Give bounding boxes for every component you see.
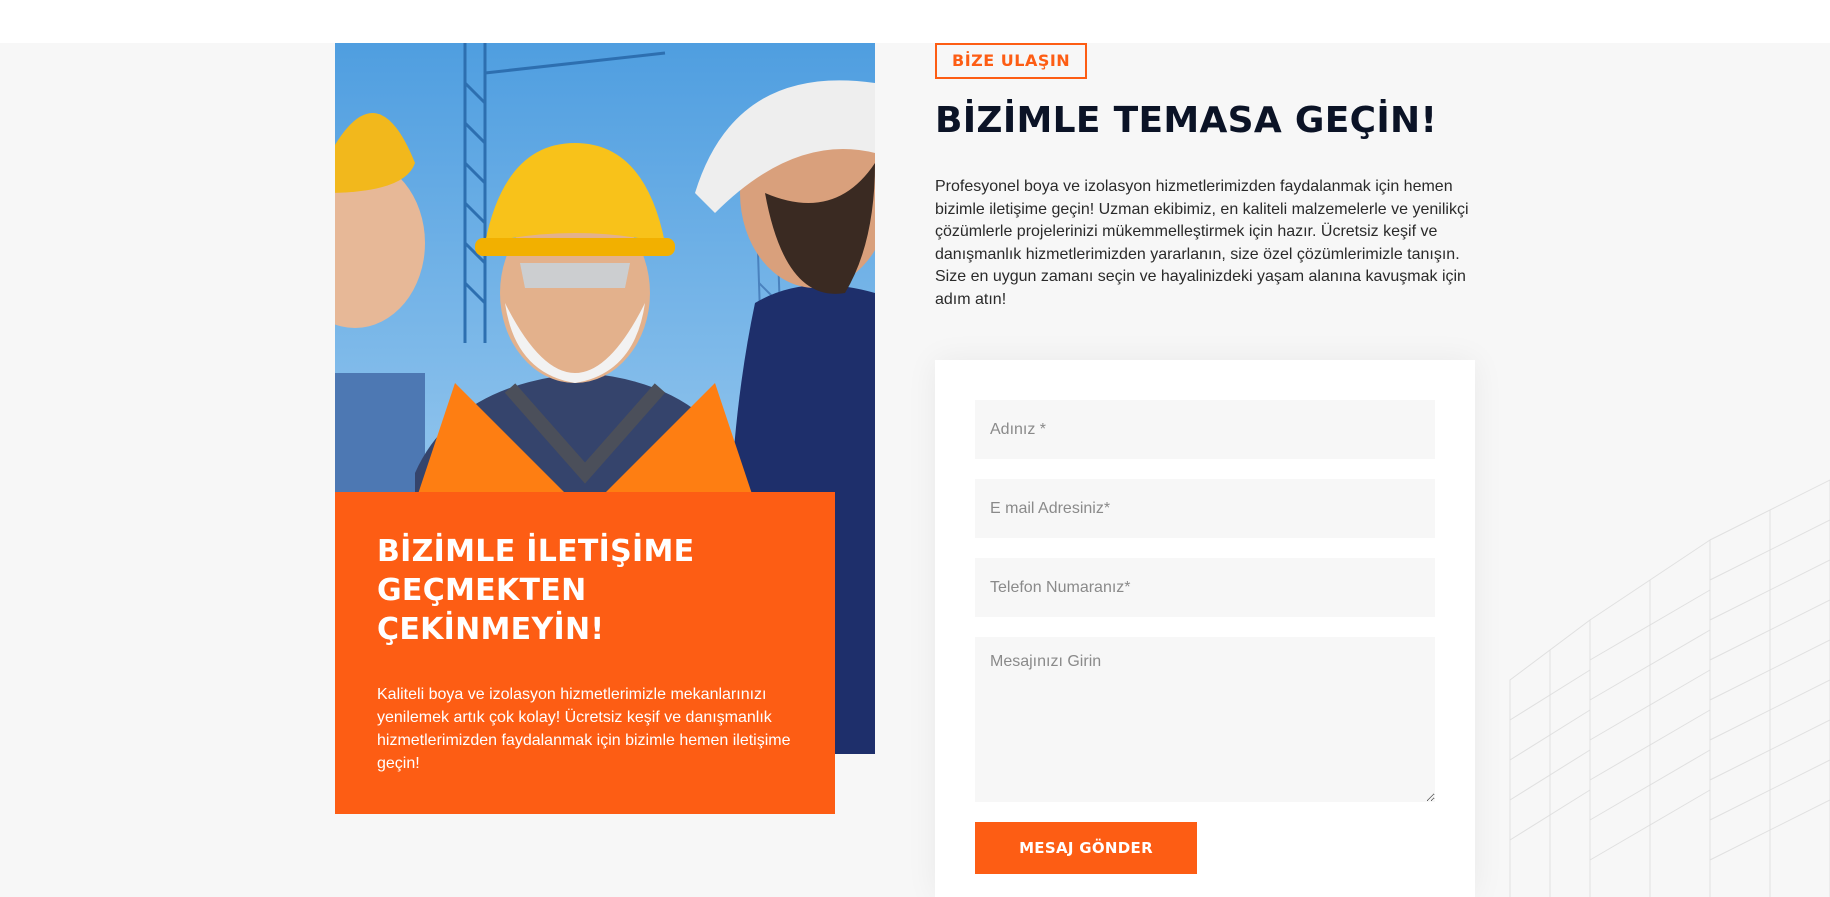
name-input[interactable] <box>975 400 1435 459</box>
phone-input[interactable] <box>975 558 1435 617</box>
building-sketch-decoration <box>1450 420 1830 897</box>
send-message-button[interactable]: MESAJ GÖNDER <box>975 822 1197 874</box>
top-bar <box>0 0 1830 43</box>
page-title: BİZİMLE TEMASA GEÇİN! <box>935 100 1438 141</box>
contact-tag: BİZE ULAŞIN <box>935 43 1088 79</box>
promo-card: BİZİMLE İLETİŞİME GEÇMEKTEN ÇEKİNMEYİN! … <box>335 492 835 814</box>
promo-text: Kaliteli boya ve izolasyon hizmetlerimiz… <box>377 686 791 772</box>
promo-title: BİZİMLE İLETİŞİME GEÇMEKTEN ÇEKİNMEYİN! <box>377 534 695 647</box>
intro-text: Profesyonel boya ve izolasyon hizmetleri… <box>935 178 1469 308</box>
email-input[interactable] <box>975 479 1435 538</box>
message-textarea[interactable] <box>975 637 1435 802</box>
contact-form: MESAJ GÖNDER <box>935 360 1475 897</box>
